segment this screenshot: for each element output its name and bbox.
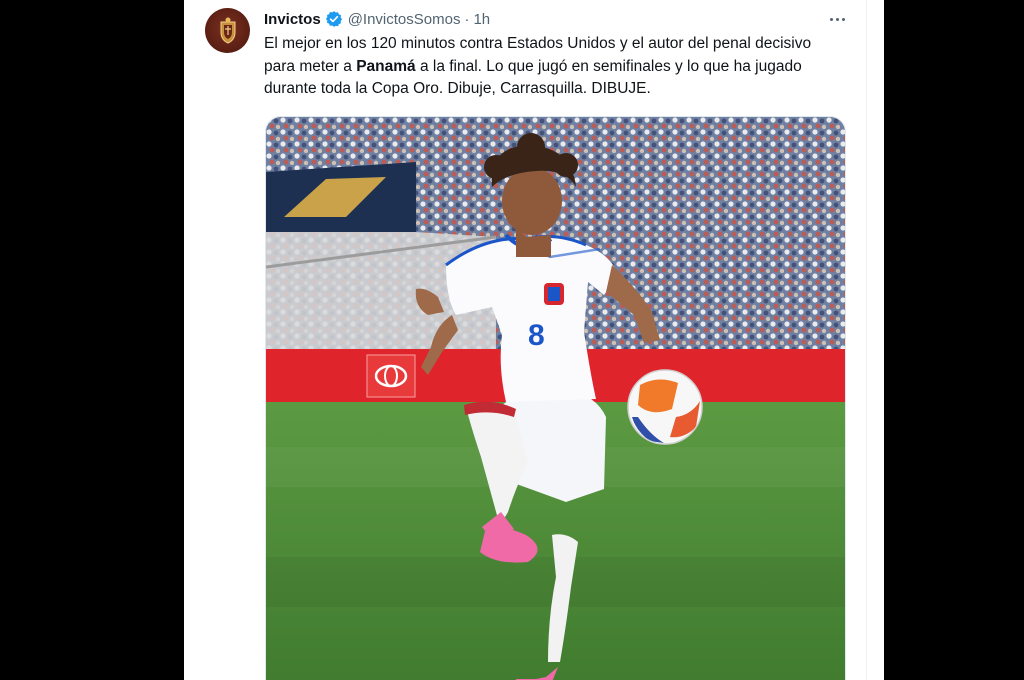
tweet-header: Invictos @InvictosSomos · 1h	[264, 9, 490, 29]
player-face	[502, 167, 562, 235]
club-crest-icon	[220, 17, 235, 44]
separator-dot: ·	[464, 10, 470, 28]
tweet-text-bold-panama: Panamá	[356, 57, 416, 75]
timestamp[interactable]: 1h	[473, 11, 490, 28]
football-player-photo: 8	[266, 117, 845, 680]
more-dot	[835, 17, 839, 21]
more-dot	[829, 17, 833, 21]
left-black-bar	[0, 0, 184, 680]
verified-badge-icon[interactable]	[325, 10, 343, 28]
tweet-text: El mejor en los 120 minutos contra Estad…	[264, 33, 824, 101]
avatar[interactable]	[205, 8, 250, 53]
jersey-number: 8	[528, 319, 545, 352]
author-name[interactable]: Invictos	[264, 11, 321, 28]
more-options-icon[interactable]	[826, 9, 848, 29]
tweet-photo[interactable]: 8	[265, 116, 846, 680]
right-black-bar	[884, 0, 1024, 680]
author-handle[interactable]: @InvictosSomos	[348, 11, 461, 28]
more-dot	[841, 17, 845, 21]
timeline-border	[866, 0, 884, 680]
soccer-ball	[627, 369, 703, 445]
